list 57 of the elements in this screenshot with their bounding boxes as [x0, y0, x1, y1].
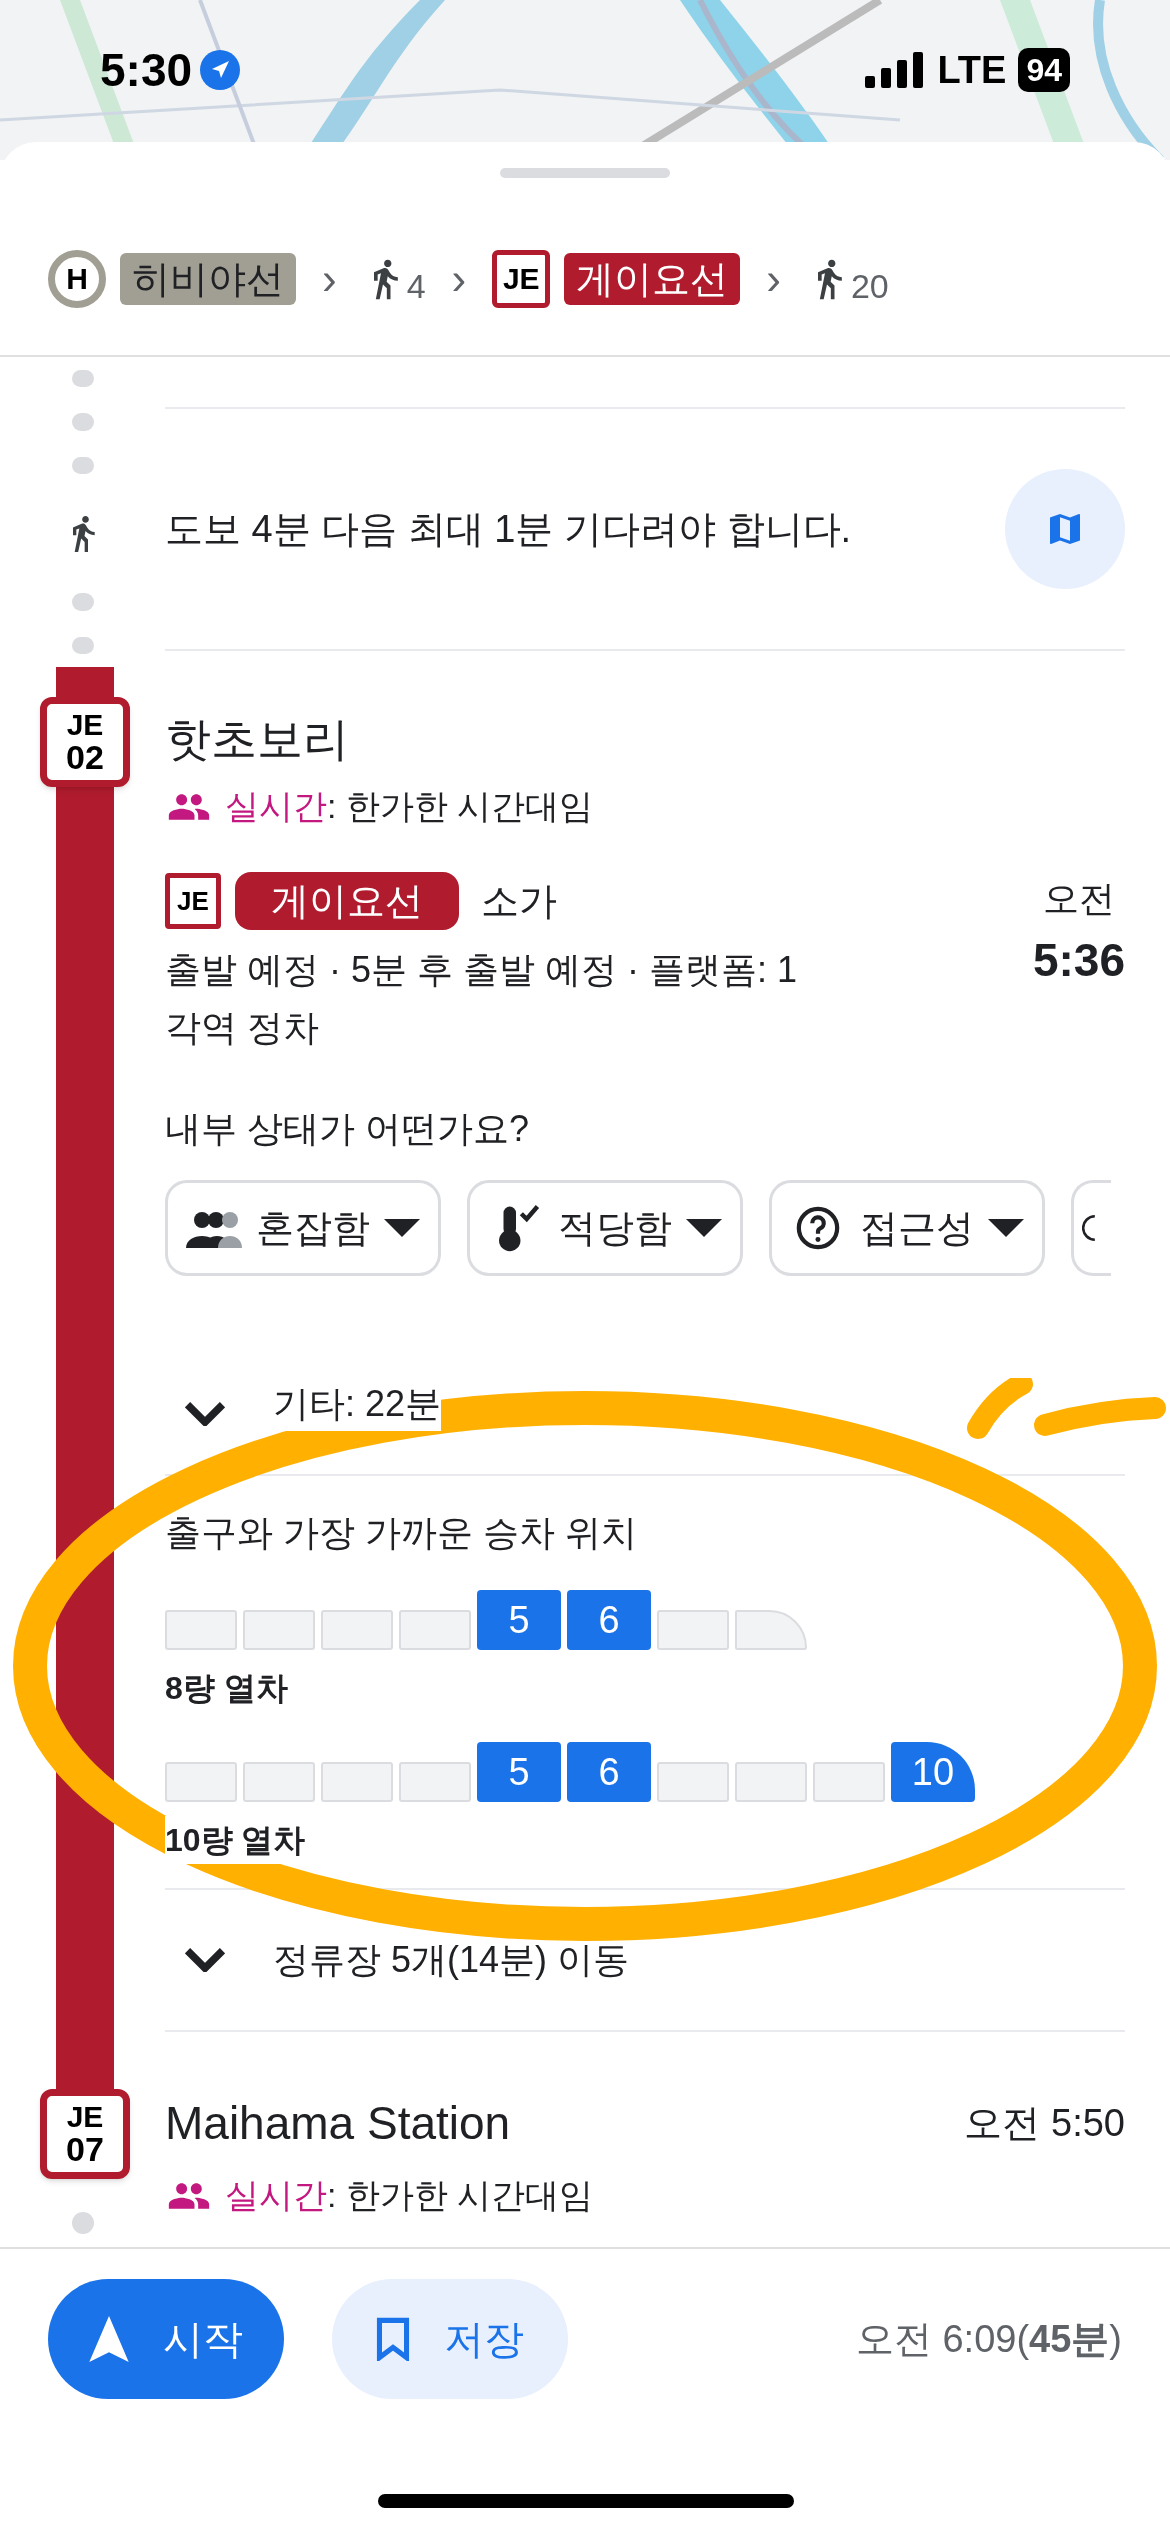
line-name-badge: 게이요선 [235, 872, 459, 930]
line-name-badge: 히비야선 [120, 252, 296, 305]
station-number: 07 [66, 2132, 104, 2166]
destination: 소가 [481, 878, 557, 924]
bookmark-icon [376, 2317, 410, 2361]
feedback-question: 내부 상태가 어떤가요? [165, 1107, 531, 1151]
feedback-dropdown[interactable]: 혼잡함 [165, 1180, 441, 1276]
service-type: 각역 정차 [165, 1006, 320, 1050]
feedback-dropdown[interactable]: 접근성 [769, 1180, 1045, 1276]
chevron-down-icon [185, 1948, 225, 1972]
station-line-code: JE [66, 710, 104, 740]
crowd-status: : 한가한 시간대임 [327, 786, 594, 827]
feedback-dropdown[interactable] [1071, 1180, 1111, 1276]
chevron-separator: › [322, 252, 337, 305]
battery-level: 94 [1018, 48, 1070, 92]
dropdown-caret-icon [988, 1219, 1024, 1237]
walk-minutes: 4 [406, 265, 426, 307]
chevron-separator: › [766, 252, 781, 305]
train-car: 6 [567, 1742, 651, 1802]
boarding-title: 출구와 가장 가까운 승차 위치 [165, 1511, 638, 1555]
train-car: 6 [567, 1590, 651, 1650]
chevron-down-icon [185, 1402, 225, 1426]
feedback-dropdown[interactable]: 적당함 [467, 1180, 743, 1276]
departure-time: 5:36 [1032, 933, 1125, 988]
departure-details: 출발 예정 · 5분 후 출발 예정 · 플랫폼: 1 [165, 948, 798, 992]
save-button[interactable]: 저장 [332, 2279, 568, 2399]
realtime-label: 실시간 [225, 786, 327, 827]
start-button[interactable]: 시작 [48, 2279, 284, 2399]
walk-instruction: 도보 4분 다음 최대 1분 기다려야 합니다. [165, 506, 852, 552]
dropdown-caret-icon [686, 1219, 722, 1237]
arrival-time: 오전 5:50 [964, 2101, 1125, 2146]
station-line-code: JE [66, 2102, 104, 2132]
station-number: 02 [66, 740, 104, 774]
dropdown-caret-icon [384, 1219, 420, 1237]
train-length: 10량 열차 [165, 1816, 306, 1864]
line-code-badge: JE [165, 873, 221, 929]
time-period: 오전 [1042, 877, 1115, 921]
arrival-summary: 오전 6:09(45분) [855, 2316, 1122, 2362]
status-time: 5:30 [100, 42, 193, 98]
expand-row[interactable]: 정류장 5개(14분) 이동 [165, 1890, 630, 2030]
drag-handle[interactable] [500, 168, 670, 178]
line-name-badge: 게이요선 [564, 252, 741, 305]
navigation-arrow-icon [89, 2316, 129, 2362]
chevron-separator: › [451, 252, 467, 305]
train-car: 5 [477, 1590, 561, 1650]
station-name: Maihama Station [165, 2096, 511, 2151]
station-name: 핫초보리 [165, 712, 350, 767]
line-code-badge: JE [492, 249, 551, 308]
line-logo: H [48, 249, 106, 308]
walk-minutes: 20 [850, 265, 889, 307]
expand-row[interactable]: 기타: 22분 [165, 1364, 442, 1464]
train-car: 10 [891, 1742, 975, 1802]
network-type: LTE [937, 47, 1007, 93]
train-car: 5 [477, 1742, 561, 1802]
signal-icon [865, 52, 926, 88]
realtime-label: 실시간 [225, 2175, 327, 2216]
crowd-status: : 한가한 시간대임 [327, 2175, 594, 2216]
